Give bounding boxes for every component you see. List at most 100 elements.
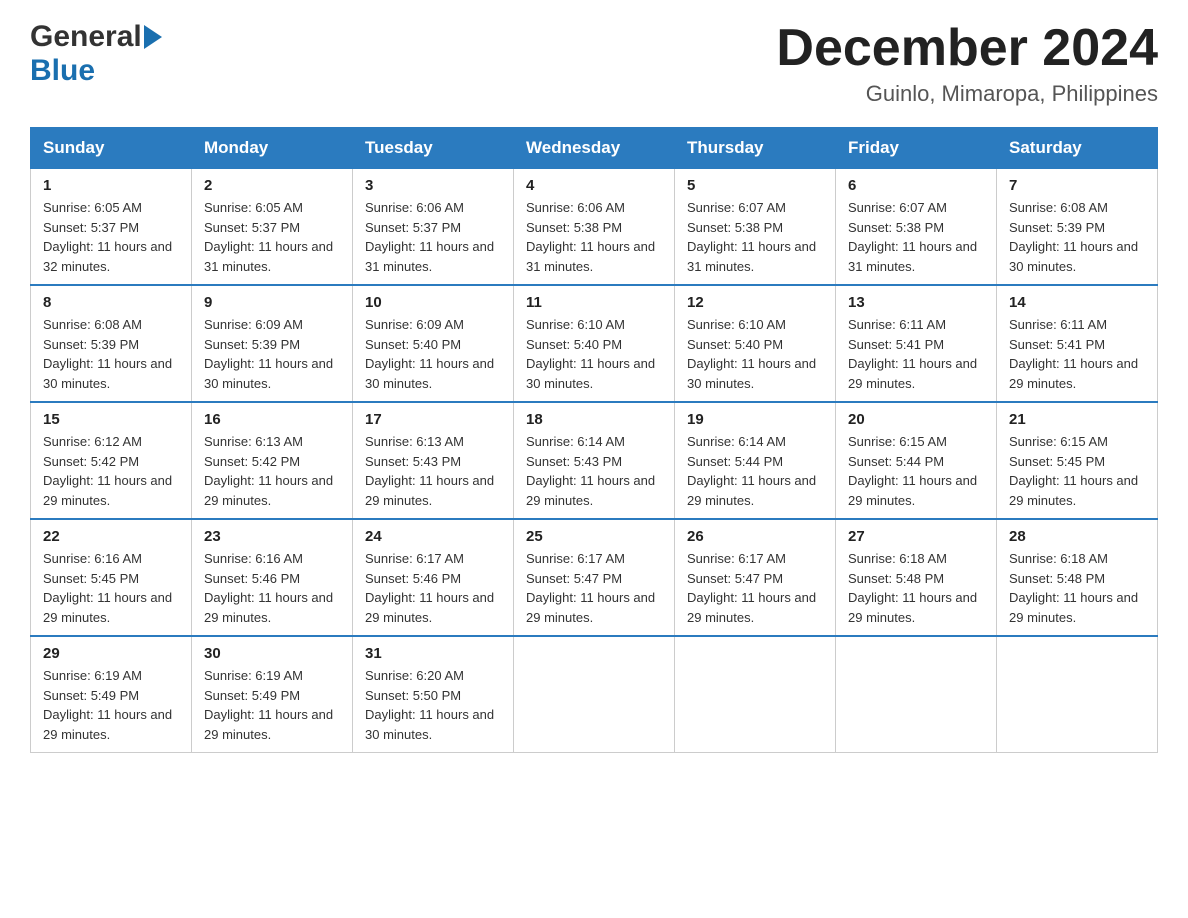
- sunset-label: Sunset: 5:41 PM: [1009, 337, 1105, 352]
- sunset-label: Sunset: 5:46 PM: [365, 571, 461, 586]
- sunset-label: Sunset: 5:48 PM: [848, 571, 944, 586]
- daylight-label: Daylight: 11 hours and 29 minutes.: [526, 473, 655, 508]
- daylight-label: Daylight: 11 hours and 29 minutes.: [848, 473, 977, 508]
- calendar-day-cell: 25 Sunrise: 6:17 AM Sunset: 5:47 PM Dayl…: [514, 519, 675, 636]
- daylight-label: Daylight: 11 hours and 29 minutes.: [204, 707, 333, 742]
- calendar-day-cell: 1 Sunrise: 6:05 AM Sunset: 5:37 PM Dayli…: [31, 169, 192, 286]
- sunset-label: Sunset: 5:40 PM: [687, 337, 783, 352]
- daylight-label: Daylight: 11 hours and 31 minutes.: [687, 239, 816, 274]
- calendar-header-tuesday: Tuesday: [353, 128, 514, 169]
- sunset-label: Sunset: 5:50 PM: [365, 688, 461, 703]
- month-title: December 2024: [776, 20, 1158, 77]
- day-info: Sunrise: 6:13 AM Sunset: 5:42 PM Dayligh…: [204, 432, 340, 510]
- sunset-label: Sunset: 5:47 PM: [526, 571, 622, 586]
- day-number: 10: [365, 294, 501, 311]
- calendar-header-thursday: Thursday: [675, 128, 836, 169]
- page-header: General Blue December 2024 Guinlo, Mimar…: [30, 20, 1158, 107]
- sunrise-label: Sunrise: 6:16 AM: [43, 551, 142, 566]
- daylight-label: Daylight: 11 hours and 30 minutes.: [1009, 239, 1138, 274]
- day-number: 14: [1009, 294, 1145, 311]
- sunrise-label: Sunrise: 6:17 AM: [526, 551, 625, 566]
- day-number: 16: [204, 411, 340, 428]
- sunrise-label: Sunrise: 6:11 AM: [848, 317, 946, 332]
- calendar-day-cell: 9 Sunrise: 6:09 AM Sunset: 5:39 PM Dayli…: [192, 285, 353, 402]
- day-number: 18: [526, 411, 662, 428]
- sunset-label: Sunset: 5:37 PM: [204, 220, 300, 235]
- calendar-header-saturday: Saturday: [997, 128, 1158, 169]
- day-number: 11: [526, 294, 662, 311]
- sunrise-label: Sunrise: 6:13 AM: [365, 434, 464, 449]
- daylight-label: Daylight: 11 hours and 31 minutes.: [526, 239, 655, 274]
- day-number: 20: [848, 411, 984, 428]
- day-number: 12: [687, 294, 823, 311]
- day-info: Sunrise: 6:05 AM Sunset: 5:37 PM Dayligh…: [204, 198, 340, 276]
- day-info: Sunrise: 6:17 AM Sunset: 5:46 PM Dayligh…: [365, 549, 501, 627]
- sunrise-label: Sunrise: 6:09 AM: [365, 317, 464, 332]
- day-info: Sunrise: 6:19 AM Sunset: 5:49 PM Dayligh…: [204, 666, 340, 744]
- calendar-day-cell: 23 Sunrise: 6:16 AM Sunset: 5:46 PM Dayl…: [192, 519, 353, 636]
- sunrise-label: Sunrise: 6:07 AM: [848, 200, 947, 215]
- day-number: 5: [687, 177, 823, 194]
- daylight-label: Daylight: 11 hours and 29 minutes.: [204, 473, 333, 508]
- daylight-label: Daylight: 11 hours and 29 minutes.: [43, 590, 172, 625]
- sunset-label: Sunset: 5:39 PM: [43, 337, 139, 352]
- day-number: 28: [1009, 528, 1145, 545]
- day-number: 7: [1009, 177, 1145, 194]
- logo-arrow-icon: [144, 25, 162, 49]
- sunrise-label: Sunrise: 6:05 AM: [43, 200, 142, 215]
- sunset-label: Sunset: 5:39 PM: [204, 337, 300, 352]
- calendar-day-cell: 31 Sunrise: 6:20 AM Sunset: 5:50 PM Dayl…: [353, 636, 514, 753]
- sunset-label: Sunset: 5:42 PM: [43, 454, 139, 469]
- daylight-label: Daylight: 11 hours and 29 minutes.: [204, 590, 333, 625]
- daylight-label: Daylight: 11 hours and 30 minutes.: [204, 356, 333, 391]
- logo: General Blue: [30, 20, 162, 88]
- day-info: Sunrise: 6:06 AM Sunset: 5:38 PM Dayligh…: [526, 198, 662, 276]
- sunset-label: Sunset: 5:37 PM: [365, 220, 461, 235]
- calendar-header-row: SundayMondayTuesdayWednesdayThursdayFrid…: [31, 128, 1158, 169]
- day-info: Sunrise: 6:07 AM Sunset: 5:38 PM Dayligh…: [848, 198, 984, 276]
- day-number: 4: [526, 177, 662, 194]
- day-info: Sunrise: 6:08 AM Sunset: 5:39 PM Dayligh…: [1009, 198, 1145, 276]
- sunrise-label: Sunrise: 6:15 AM: [848, 434, 947, 449]
- sunrise-label: Sunrise: 6:09 AM: [204, 317, 303, 332]
- sunset-label: Sunset: 5:48 PM: [1009, 571, 1105, 586]
- calendar-day-cell: 13 Sunrise: 6:11 AM Sunset: 5:41 PM Dayl…: [836, 285, 997, 402]
- day-info: Sunrise: 6:07 AM Sunset: 5:38 PM Dayligh…: [687, 198, 823, 276]
- day-info: Sunrise: 6:16 AM Sunset: 5:46 PM Dayligh…: [204, 549, 340, 627]
- calendar-header-monday: Monday: [192, 128, 353, 169]
- sunrise-label: Sunrise: 6:18 AM: [848, 551, 947, 566]
- day-number: 23: [204, 528, 340, 545]
- day-info: Sunrise: 6:14 AM Sunset: 5:43 PM Dayligh…: [526, 432, 662, 510]
- day-info: Sunrise: 6:11 AM Sunset: 5:41 PM Dayligh…: [848, 315, 984, 393]
- sunrise-label: Sunrise: 6:13 AM: [204, 434, 303, 449]
- day-info: Sunrise: 6:06 AM Sunset: 5:37 PM Dayligh…: [365, 198, 501, 276]
- day-info: Sunrise: 6:15 AM Sunset: 5:45 PM Dayligh…: [1009, 432, 1145, 510]
- sunrise-label: Sunrise: 6:07 AM: [687, 200, 786, 215]
- daylight-label: Daylight: 11 hours and 32 minutes.: [43, 239, 172, 274]
- sunrise-label: Sunrise: 6:06 AM: [365, 200, 464, 215]
- daylight-label: Daylight: 11 hours and 31 minutes.: [365, 239, 494, 274]
- title-section: December 2024 Guinlo, Mimaropa, Philippi…: [776, 20, 1158, 107]
- sunset-label: Sunset: 5:46 PM: [204, 571, 300, 586]
- daylight-label: Daylight: 11 hours and 29 minutes.: [687, 473, 816, 508]
- calendar-day-cell: 24 Sunrise: 6:17 AM Sunset: 5:46 PM Dayl…: [353, 519, 514, 636]
- location-text: Guinlo, Mimaropa, Philippines: [776, 81, 1158, 107]
- sunset-label: Sunset: 5:38 PM: [526, 220, 622, 235]
- sunset-label: Sunset: 5:38 PM: [848, 220, 944, 235]
- daylight-label: Daylight: 11 hours and 29 minutes.: [848, 590, 977, 625]
- daylight-label: Daylight: 11 hours and 29 minutes.: [1009, 356, 1138, 391]
- calendar-day-cell: 11 Sunrise: 6:10 AM Sunset: 5:40 PM Dayl…: [514, 285, 675, 402]
- calendar-day-cell: 17 Sunrise: 6:13 AM Sunset: 5:43 PM Dayl…: [353, 402, 514, 519]
- day-info: Sunrise: 6:18 AM Sunset: 5:48 PM Dayligh…: [848, 549, 984, 627]
- day-number: 29: [43, 645, 179, 662]
- day-number: 31: [365, 645, 501, 662]
- sunrise-label: Sunrise: 6:08 AM: [1009, 200, 1108, 215]
- calendar-day-cell: 18 Sunrise: 6:14 AM Sunset: 5:43 PM Dayl…: [514, 402, 675, 519]
- sunrise-label: Sunrise: 6:10 AM: [526, 317, 625, 332]
- sunset-label: Sunset: 5:43 PM: [526, 454, 622, 469]
- calendar-header-friday: Friday: [836, 128, 997, 169]
- sunset-label: Sunset: 5:40 PM: [365, 337, 461, 352]
- calendar-week-row: 8 Sunrise: 6:08 AM Sunset: 5:39 PM Dayli…: [31, 285, 1158, 402]
- day-number: 21: [1009, 411, 1145, 428]
- day-number: 19: [687, 411, 823, 428]
